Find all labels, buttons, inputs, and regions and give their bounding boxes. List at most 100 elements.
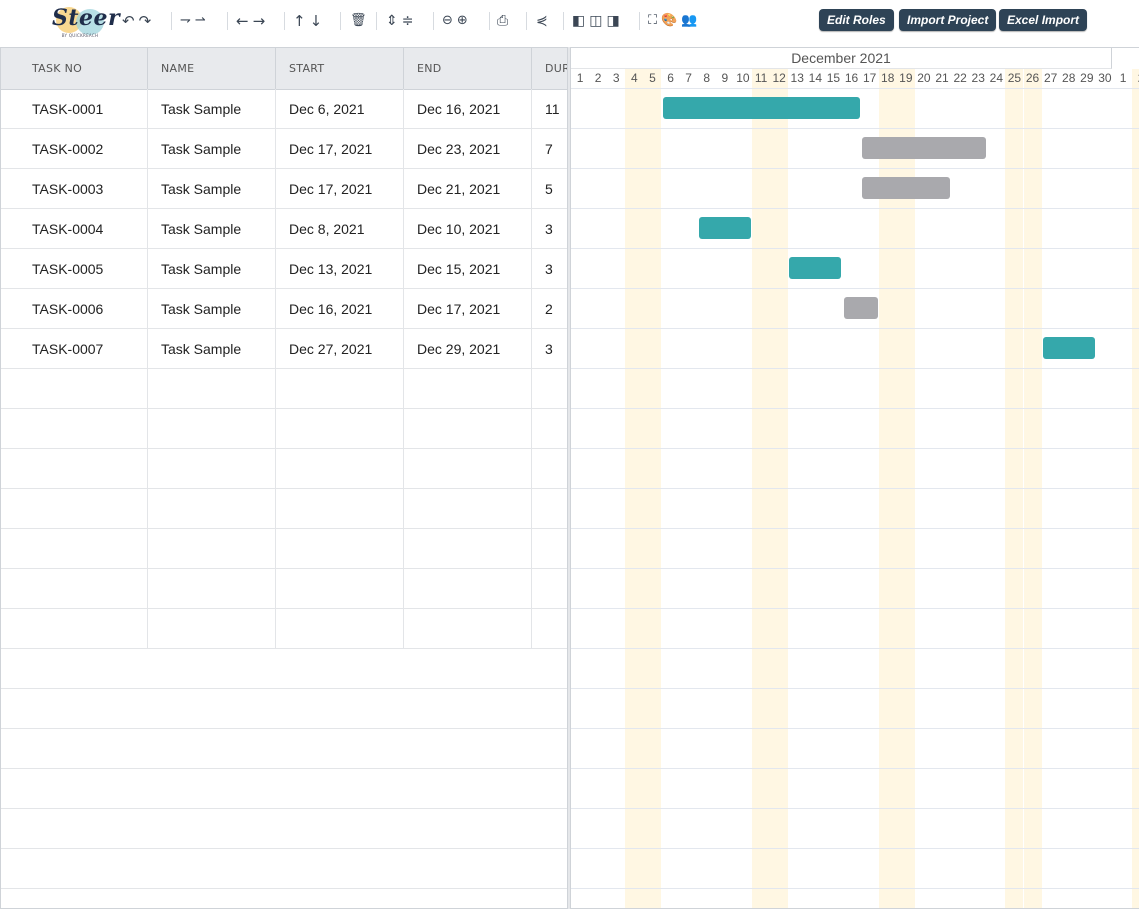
task-name-cell[interactable] bbox=[148, 529, 276, 569]
task-no-cell[interactable]: TASK-0003 bbox=[1, 169, 148, 209]
start-date-cell[interactable] bbox=[276, 409, 404, 449]
task-name-cell[interactable] bbox=[148, 449, 276, 489]
start-date-cell[interactable]: Dec 17, 2021 bbox=[276, 129, 404, 169]
end-date-cell[interactable] bbox=[404, 609, 532, 649]
task-no-cell[interactable]: TASK-0005 bbox=[1, 249, 148, 289]
end-date-cell[interactable]: Dec 16, 2021 bbox=[404, 89, 532, 129]
start-date-cell[interactable] bbox=[276, 569, 404, 609]
task-no-cell[interactable] bbox=[1, 529, 148, 569]
end-date-cell[interactable] bbox=[404, 449, 532, 489]
task-bar[interactable] bbox=[662, 97, 860, 119]
start-date-cell[interactable] bbox=[276, 489, 404, 529]
task-bar[interactable] bbox=[1042, 337, 1095, 359]
zoom-in-icon[interactable]: ⊕ bbox=[457, 10, 468, 32]
task-name-cell[interactable] bbox=[148, 609, 276, 649]
split-view-icon[interactable]: ◫ bbox=[589, 10, 602, 32]
redo-icon[interactable]: ↷ bbox=[139, 10, 152, 32]
task-name-cell[interactable]: Task Sample bbox=[148, 329, 276, 369]
duration-cell[interactable] bbox=[532, 449, 567, 489]
task-no-cell[interactable] bbox=[1, 409, 148, 449]
table-row[interactable]: TASK-0003 Task Sample Dec 17, 2021 Dec 21, … bbox=[1, 169, 567, 209]
outdent-icon[interactable]: ⇀ bbox=[195, 10, 206, 32]
start-date-cell[interactable] bbox=[276, 609, 404, 649]
duration-cell[interactable]: 3 bbox=[532, 249, 567, 289]
column-header-task-no[interactable]: TASK NO bbox=[1, 48, 148, 89]
end-date-cell[interactable]: Dec 15, 2021 bbox=[404, 249, 532, 289]
duration-cell[interactable] bbox=[532, 569, 567, 609]
edit-roles-button[interactable]: Edit Roles bbox=[819, 9, 894, 31]
move-down-icon[interactable]: ↓ bbox=[310, 10, 323, 32]
start-date-cell[interactable] bbox=[276, 449, 404, 489]
start-date-cell[interactable]: Dec 8, 2021 bbox=[276, 209, 404, 249]
duration-cell[interactable]: 3 bbox=[532, 209, 567, 249]
table-row[interactable]: TASK-0006 Task Sample Dec 16, 2021 Dec 17, … bbox=[1, 289, 567, 329]
start-date-cell[interactable]: Dec 27, 2021 bbox=[276, 329, 404, 369]
duration-cell[interactable] bbox=[532, 489, 567, 529]
table-row[interactable]: TASK-0005 Task Sample Dec 13, 2021 Dec 15, … bbox=[1, 249, 567, 289]
task-bar[interactable] bbox=[861, 137, 987, 159]
end-date-cell[interactable] bbox=[404, 369, 532, 409]
collapse-icon[interactable]: ≑ bbox=[402, 10, 414, 32]
end-date-cell[interactable] bbox=[404, 529, 532, 569]
task-name-cell[interactable] bbox=[148, 569, 276, 609]
duration-cell[interactable]: 3 bbox=[532, 329, 567, 369]
task-no-cell[interactable]: TASK-0001 bbox=[1, 89, 148, 129]
zoom-out-icon[interactable]: ⊖ bbox=[442, 10, 453, 32]
table-row[interactable]: TASK-0002 Task Sample Dec 17, 2021 Dec 23, … bbox=[1, 129, 567, 169]
duration-cell[interactable] bbox=[532, 369, 567, 409]
duration-cell[interactable] bbox=[532, 609, 567, 649]
task-no-cell[interactable] bbox=[1, 369, 148, 409]
chart-only-icon[interactable]: ◨ bbox=[606, 10, 619, 32]
task-no-cell[interactable] bbox=[1, 449, 148, 489]
task-no-cell[interactable]: TASK-0004 bbox=[1, 209, 148, 249]
move-up-icon[interactable]: ↑ bbox=[293, 10, 306, 32]
column-header-start[interactable]: START bbox=[276, 48, 404, 89]
task-name-cell[interactable]: Task Sample bbox=[148, 249, 276, 289]
task-no-cell[interactable] bbox=[1, 489, 148, 529]
end-date-cell[interactable] bbox=[404, 569, 532, 609]
duration-cell[interactable]: 7 bbox=[532, 129, 567, 169]
task-no-cell[interactable]: TASK-0007 bbox=[1, 329, 148, 369]
start-date-cell[interactable] bbox=[276, 369, 404, 409]
table-row[interactable]: TASK-0004 Task Sample Dec 8, 2021 Dec 10, 2… bbox=[1, 209, 567, 249]
task-name-cell[interactable]: Task Sample bbox=[148, 129, 276, 169]
critical-path-icon[interactable]: ⋞ bbox=[536, 10, 548, 32]
palette-icon[interactable]: 🎨 bbox=[661, 10, 677, 32]
grid-only-icon[interactable]: ◧ bbox=[572, 10, 585, 32]
task-bar[interactable] bbox=[843, 297, 878, 319]
start-date-cell[interactable]: Dec 6, 2021 bbox=[276, 89, 404, 129]
task-no-cell[interactable] bbox=[1, 609, 148, 649]
end-date-cell[interactable]: Dec 21, 2021 bbox=[404, 169, 532, 209]
fullscreen-icon[interactable]: ⛶ bbox=[648, 10, 657, 32]
move-left-icon[interactable]: ← bbox=[236, 10, 249, 32]
print-icon[interactable]: ⎙ bbox=[497, 10, 508, 32]
indent-icon[interactable]: ⇁ bbox=[180, 10, 191, 32]
task-bar[interactable] bbox=[698, 217, 751, 239]
column-header-end[interactable]: END bbox=[404, 48, 532, 89]
task-bar[interactable] bbox=[861, 177, 951, 199]
excel-import-button[interactable]: Excel Import bbox=[999, 9, 1088, 31]
resources-icon[interactable]: 👥 bbox=[681, 10, 697, 32]
task-name-cell[interactable] bbox=[148, 489, 276, 529]
task-name-cell[interactable]: Task Sample bbox=[148, 289, 276, 329]
undo-icon[interactable]: ↶ bbox=[122, 10, 135, 32]
end-date-cell[interactable]: Dec 17, 2021 bbox=[404, 289, 532, 329]
start-date-cell[interactable]: Dec 13, 2021 bbox=[276, 249, 404, 289]
duration-cell[interactable]: 2 bbox=[532, 289, 567, 329]
task-no-cell[interactable]: TASK-0006 bbox=[1, 289, 148, 329]
task-no-cell[interactable]: TASK-0002 bbox=[1, 129, 148, 169]
task-name-cell[interactable]: Task Sample bbox=[148, 89, 276, 129]
task-name-cell[interactable] bbox=[148, 409, 276, 449]
column-header-duration[interactable]: DUR bbox=[532, 48, 567, 89]
start-date-cell[interactable] bbox=[276, 529, 404, 569]
duration-cell[interactable]: 5 bbox=[532, 169, 567, 209]
table-row[interactable]: TASK-0007 Task Sample Dec 27, 2021 Dec 29, … bbox=[1, 329, 567, 369]
expand-icon[interactable]: ⇕ bbox=[386, 10, 398, 32]
end-date-cell[interactable] bbox=[404, 489, 532, 529]
end-date-cell[interactable]: Dec 23, 2021 bbox=[404, 129, 532, 169]
move-right-icon[interactable]: → bbox=[253, 10, 266, 32]
task-name-cell[interactable]: Task Sample bbox=[148, 209, 276, 249]
duration-cell[interactable]: 11 bbox=[532, 89, 567, 129]
column-header-name[interactable]: NAME bbox=[148, 48, 276, 89]
end-date-cell[interactable] bbox=[404, 409, 532, 449]
